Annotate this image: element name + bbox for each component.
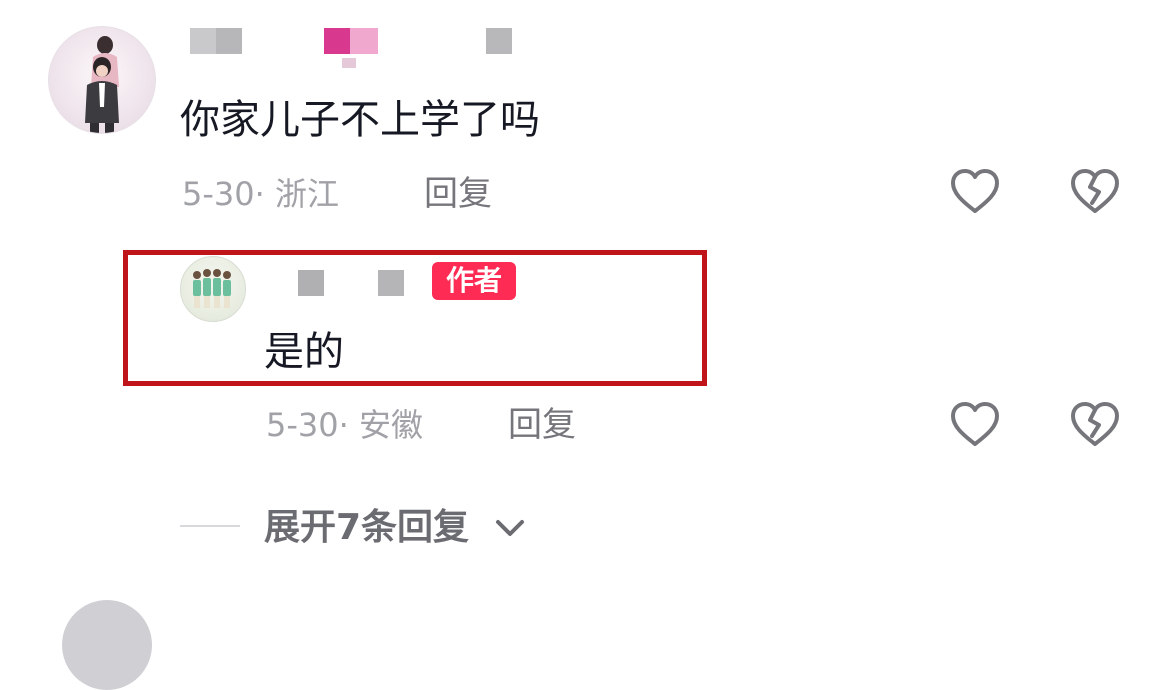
reply-button[interactable]: 回复 — [424, 174, 492, 214]
meta-separator: · — [254, 175, 265, 213]
expand-replies-button[interactable]: 展开7条回复 — [264, 506, 469, 550]
chevron-down-icon[interactable] — [494, 512, 526, 544]
author-avatar[interactable] — [180, 256, 246, 322]
reply-date: 5-30 — [266, 406, 339, 444]
nickname-mosaic — [350, 28, 378, 54]
nickname-mosaic — [486, 28, 512, 54]
reply-meta: 5-30· 安徽 — [266, 405, 423, 445]
author-badge: 作者 — [432, 262, 516, 300]
nickname-mosaic — [378, 270, 404, 296]
next-commenter-avatar[interactable] — [62, 600, 152, 690]
avatar-photo — [193, 269, 231, 308]
comment-date: 5-30 — [182, 175, 255, 213]
heart-outline-icon[interactable] — [948, 165, 1002, 219]
broken-heart-icon[interactable] — [1068, 398, 1122, 452]
broken-heart-icon[interactable] — [1068, 165, 1122, 219]
nickname-mosaic — [324, 28, 350, 54]
reply-location: 安徽 — [358, 406, 423, 444]
reply-text: 是的 — [264, 329, 344, 375]
heart-outline-icon[interactable] — [948, 398, 1002, 452]
meta-separator: · — [338, 406, 349, 444]
comment-meta: 5-30· 浙江 — [182, 174, 339, 214]
comment-text: 你家儿子不上学了吗 — [180, 97, 540, 143]
avatar-photo — [85, 36, 119, 133]
nickname-mosaic — [216, 28, 242, 54]
expand-divider — [180, 525, 240, 527]
nickname-mosaic — [190, 28, 216, 54]
commenter-avatar[interactable] — [48, 26, 156, 134]
comment-location: 浙江 — [274, 175, 339, 213]
nickname-mosaic — [342, 58, 356, 68]
reply-button[interactable]: 回复 — [508, 405, 576, 445]
nickname-mosaic — [298, 270, 324, 296]
